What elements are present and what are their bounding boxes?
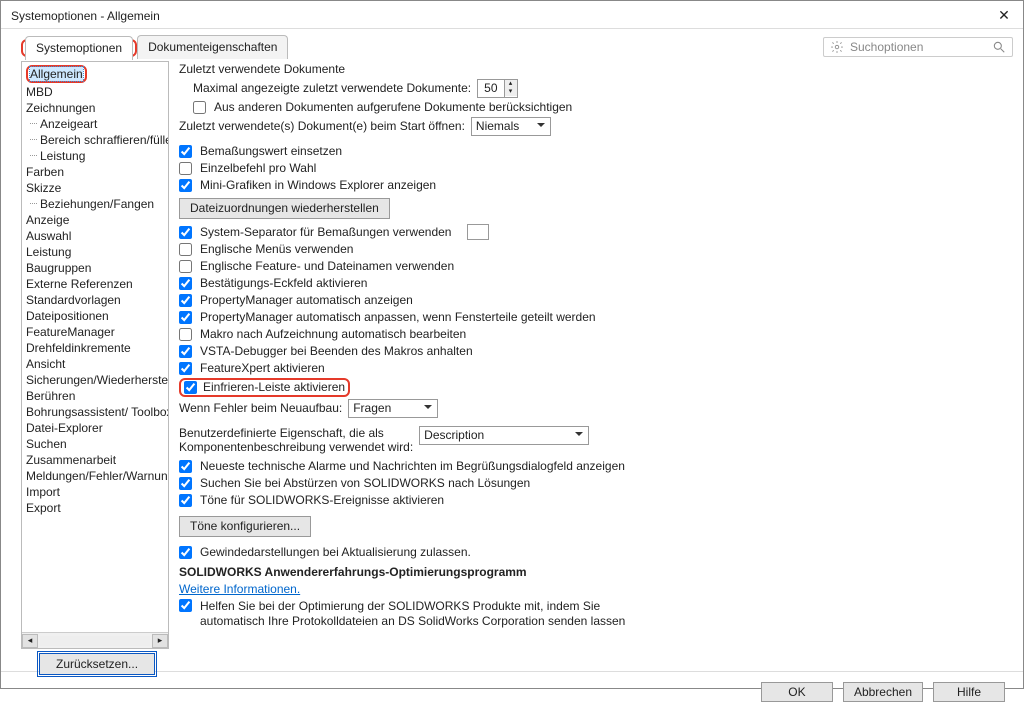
window-title: Systemoptionen - Allgemein — [11, 9, 160, 23]
sidebar-item-meldungen[interactable]: Meldungen/Fehler/Warnungen — [22, 468, 169, 484]
content-panel: Zuletzt verwendete Dokumente Maximal ang… — [177, 61, 1013, 649]
sidebar-item-leistung[interactable]: Leistung — [22, 244, 169, 260]
sidebar-item-drehfeldinkremente[interactable]: Drehfeldinkremente — [22, 340, 169, 356]
include-other-docs-checkbox[interactable] — [193, 101, 206, 114]
sidebar-item-import[interactable]: Import — [22, 484, 169, 500]
sidebar-item-skizze[interactable]: Skizze — [22, 180, 169, 196]
freeze-bar-checkbox[interactable] — [184, 381, 197, 394]
max-recent-label: Maximal angezeigte zuletzt verwendete Do… — [193, 81, 471, 96]
english-features-label: Englische Feature- und Dateinamen verwen… — [200, 259, 454, 274]
sidebar-item-anzeigeart[interactable]: Anzeigeart — [22, 116, 169, 132]
sidebar: Allgemein MBD Zeichnungen Anzeigeart Ber… — [21, 61, 169, 649]
search-crash-checkbox[interactable] — [179, 477, 192, 490]
custom-prop-dropdown[interactable]: Description — [419, 426, 589, 445]
show-alerts-label: Neueste technische Alarme und Nachrichte… — [200, 459, 625, 474]
restore-file-assoc-button[interactable]: Dateizuordnungen wiederherstellen — [179, 198, 390, 219]
cancel-button[interactable]: Abbrechen — [843, 682, 923, 702]
pm-auto-show-checkbox[interactable] — [179, 294, 192, 307]
single-cmd-checkbox[interactable] — [179, 162, 192, 175]
tab-systemoptionen[interactable]: Systemoptionen — [25, 36, 133, 60]
thread-updates-label: Gewindedarstellungen bei Aktualisierung … — [200, 545, 471, 560]
vsta-debug-label: VSTA-Debugger bei Beenden des Makros anh… — [200, 344, 473, 359]
pm-auto-size-label: PropertyManager automatisch anpassen, we… — [200, 310, 596, 325]
sidebar-item-featuremanager[interactable]: FeatureManager — [22, 324, 169, 340]
sidebar-item-farben[interactable]: Farben — [22, 164, 169, 180]
sidebar-item-bohrungsassistent[interactable]: Bohrungsassistent/ Toolbox — [22, 404, 169, 420]
confirm-corner-label: Bestätigungs-Eckfeld aktivieren — [200, 276, 367, 291]
tab-dokumenteigenschaften[interactable]: Dokumenteigenschaften — [137, 35, 288, 59]
sounds-enable-checkbox[interactable] — [179, 494, 192, 507]
mini-graphics-checkbox[interactable] — [179, 179, 192, 192]
configure-sounds-button[interactable]: Töne konfigurieren... — [179, 516, 311, 537]
english-menus-label: Englische Menüs verwenden — [200, 242, 353, 257]
vsta-debug-checkbox[interactable] — [179, 345, 192, 358]
single-cmd-label: Einzelbefehl pro Wahl — [200, 161, 316, 176]
cep-header: SOLIDWORKS Anwendererfahrungs-Optimierun… — [179, 564, 1009, 581]
open-on-start-label: Zuletzt verwendete(s) Dokument(e) beim S… — [179, 119, 465, 134]
cep-line2: automatisch Ihre Protokolldateien an DS … — [200, 614, 625, 629]
search-options-field[interactable]: Suchoptionen — [823, 37, 1013, 57]
recent-docs-header: Zuletzt verwendete Dokumente — [179, 61, 1009, 78]
featurexpert-label: FeatureXpert aktivieren — [200, 361, 325, 376]
sidebar-item-allgemein[interactable]: Allgemein — [22, 64, 169, 84]
sidebar-item-beziehungen-fangen[interactable]: Beziehungen/Fangen — [22, 196, 169, 212]
cep-line1: Helfen Sie bei der Optimierung der SOLID… — [200, 599, 625, 614]
cep-more-info-link[interactable]: Weitere Informationen. — [179, 582, 300, 597]
search-placeholder: Suchoptionen — [850, 40, 923, 54]
sidebar-item-anzeige[interactable]: Anzeige — [22, 212, 169, 228]
include-other-docs-label: Aus anderen Dokumenten aufgerufene Dokum… — [214, 100, 572, 115]
search-icon — [992, 40, 1006, 54]
sidebar-item-leistung-zeichnungen[interactable]: Leistung — [22, 148, 169, 164]
ok-button[interactable]: OK — [761, 682, 833, 702]
scroll-right-icon[interactable]: ▸ — [152, 634, 168, 648]
sidebar-item-externe-referenzen[interactable]: Externe Referenzen — [22, 276, 169, 292]
confirm-corner-checkbox[interactable] — [179, 277, 192, 290]
freeze-bar-label: Einfrieren-Leiste aktivieren — [203, 380, 345, 395]
sidebar-item-auswahl[interactable]: Auswahl — [22, 228, 169, 244]
sys-separator-checkbox[interactable] — [179, 226, 192, 239]
sidebar-item-mbd[interactable]: MBD — [22, 84, 169, 100]
english-menus-checkbox[interactable] — [179, 243, 192, 256]
rebuild-error-dropdown[interactable]: Fragen — [348, 399, 438, 418]
sidebar-item-sicherungen[interactable]: Sicherungen/Wiederherstellen — [22, 372, 169, 388]
close-icon[interactable]: ✕ — [995, 7, 1013, 24]
sidebar-item-zusammenarbeit[interactable]: Zusammenarbeit — [22, 452, 169, 468]
sys-separator-input[interactable] — [467, 224, 489, 240]
macro-after-rec-checkbox[interactable] — [179, 328, 192, 341]
sidebar-item-dateipositionen[interactable]: Dateipositionen — [22, 308, 169, 324]
pm-auto-size-checkbox[interactable] — [179, 311, 192, 324]
sidebar-item-bereich-schraffieren[interactable]: Bereich schraffieren/füllen — [22, 132, 169, 148]
reset-button[interactable]: Zurücksetzen... — [39, 653, 155, 675]
rebuild-error-label: Wenn Fehler beim Neuaufbau: — [179, 401, 342, 416]
sys-separator-label: System-Separator für Bemaßungen verwende… — [200, 225, 451, 240]
cep-optin-checkbox[interactable] — [179, 599, 192, 612]
sidebar-item-standardvorlagen[interactable]: Standardvorlagen — [22, 292, 169, 308]
custom-prop-label-1: Benutzerdefinierte Eigenschaft, die als — [179, 426, 413, 440]
dim-insert-label: Bemaßungswert einsetzen — [200, 144, 342, 159]
show-alerts-checkbox[interactable] — [179, 460, 192, 473]
thread-updates-checkbox[interactable] — [179, 546, 192, 559]
custom-prop-label-2: Komponentenbeschreibung verwendet wird: — [179, 440, 413, 454]
sounds-enable-label: Töne für SOLIDWORKS-Ereignisse aktiviere… — [200, 493, 444, 508]
scroll-left-icon[interactable]: ◂ — [22, 634, 38, 648]
open-on-start-dropdown[interactable]: Niemals — [471, 117, 551, 136]
sidebar-item-export[interactable]: Export — [22, 500, 169, 516]
help-button[interactable]: Hilfe — [933, 682, 1005, 702]
macro-after-rec-label: Makro nach Aufzeichnung automatisch bear… — [200, 327, 466, 342]
pm-auto-show-label: PropertyManager automatisch anzeigen — [200, 293, 413, 308]
sidebar-item-beruehren[interactable]: Berühren — [22, 388, 169, 404]
sidebar-item-datei-explorer[interactable]: Datei-Explorer — [22, 420, 169, 436]
sidebar-item-ansicht[interactable]: Ansicht — [22, 356, 169, 372]
english-features-checkbox[interactable] — [179, 260, 192, 273]
sidebar-item-baugruppen[interactable]: Baugruppen — [22, 260, 169, 276]
max-recent-spinner[interactable]: 50 ▴▾ — [477, 79, 517, 98]
dim-insert-checkbox[interactable] — [179, 145, 192, 158]
gear-icon — [830, 40, 844, 54]
sidebar-item-zeichnungen[interactable]: Zeichnungen — [22, 100, 169, 116]
sidebar-hscrollbar[interactable]: ◂ ▸ — [22, 632, 168, 648]
sidebar-item-suchen[interactable]: Suchen — [22, 436, 169, 452]
search-crash-label: Suchen Sie bei Abstürzen von SOLIDWORKS … — [200, 476, 530, 491]
mini-graphics-label: Mini-Grafiken in Windows Explorer anzeig… — [200, 178, 436, 193]
featurexpert-checkbox[interactable] — [179, 362, 192, 375]
